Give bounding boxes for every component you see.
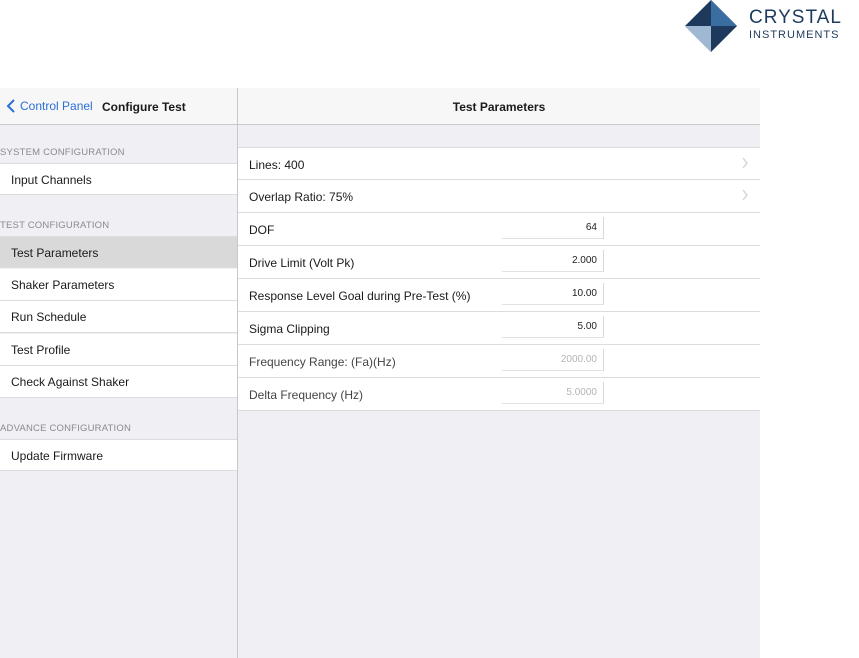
- response-level-goal-row: Response Level Goal during Pre-Test (%): [238, 279, 760, 312]
- section-header-system: SYSTEM CONFIGURATION: [0, 147, 125, 158]
- sidebar-item-run-schedule[interactable]: Run Schedule: [0, 301, 237, 333]
- sidebar-item-input-channels[interactable]: Input Channels: [0, 163, 237, 195]
- response-level-goal-label: Response Level Goal during Pre-Test (%): [249, 289, 471, 303]
- main-panel: Test Parameters Lines: 400 Overlap Ratio…: [238, 88, 760, 658]
- section-header-test: TEST CONFIGURATION: [0, 220, 110, 231]
- page-title: Test Parameters: [452, 100, 546, 114]
- sigma-clipping-label: Sigma Clipping: [249, 322, 330, 336]
- logo-text-crystal: CRYSTAL: [749, 7, 842, 28]
- sidebar-navbar: Control Panel Configure Test: [0, 88, 237, 125]
- sidebar-title: Configure Test: [102, 100, 186, 114]
- crystal-instruments-logo: CRYSTAL INSTRUMENTS: [683, 0, 859, 54]
- sidebar-item-update-firmware[interactable]: Update Firmware: [0, 439, 237, 471]
- frequency-range-label: Frequency Range: (Fa)(Hz): [249, 355, 396, 369]
- crystal-logo-mark: [685, 0, 737, 52]
- sidebar-item-check-against-shaker[interactable]: Check Against Shaker: [0, 366, 237, 398]
- sidebar-item-shaker-parameters[interactable]: Shaker Parameters: [0, 269, 237, 301]
- frequency-range-row: Frequency Range: (Fa)(Hz): [238, 345, 760, 378]
- chevron-right-icon[interactable]: [742, 157, 748, 169]
- chevron-left-icon: [6, 99, 15, 113]
- sidebar-item-label: Test Profile: [11, 343, 71, 357]
- sidebar-item-label: Update Firmware: [11, 449, 104, 463]
- lines-row[interactable]: Lines: 400: [238, 147, 760, 180]
- sigma-clipping-field[interactable]: [502, 316, 604, 338]
- sidebar-item-test-parameters[interactable]: Test Parameters: [0, 236, 237, 268]
- back-button-label: Control Panel: [20, 99, 93, 113]
- delta-frequency-row: Delta Frequency (Hz): [238, 378, 760, 411]
- response-level-goal-field[interactable]: [502, 283, 604, 305]
- sidebar-item-label: Shaker Parameters: [11, 278, 115, 292]
- drive-limit-row: Drive Limit (Volt Pk): [238, 246, 760, 279]
- delta-frequency-field: [502, 382, 604, 404]
- back-button[interactable]: Control Panel: [6, 99, 93, 113]
- dof-label: DOF: [249, 223, 275, 237]
- sidebar-item-label: Test Parameters: [11, 246, 99, 260]
- sidebar-item-label: Run Schedule: [11, 310, 87, 324]
- section-header-advance: ADVANCE CONFIGURATION: [0, 423, 132, 434]
- sidebar-item-test-profile[interactable]: Test Profile: [0, 334, 237, 366]
- logo-text-instruments: INSTRUMENTS: [749, 29, 840, 41]
- sidebar: Control Panel Configure Test SYSTEM CONF…: [0, 88, 238, 658]
- app-window: Control Panel Configure Test SYSTEM CONF…: [0, 88, 760, 658]
- sidebar-item-label: Input Channels: [11, 173, 92, 187]
- dof-field[interactable]: [502, 217, 604, 239]
- frequency-range-field: [502, 349, 604, 371]
- sigma-clipping-row: Sigma Clipping: [238, 312, 760, 345]
- delta-frequency-label: Delta Frequency (Hz): [249, 388, 364, 402]
- main-navbar: Test Parameters: [238, 88, 760, 125]
- chevron-right-icon[interactable]: [742, 189, 748, 201]
- overlap-ratio-label: Overlap Ratio: 75%: [249, 190, 354, 204]
- drive-limit-field[interactable]: [502, 250, 604, 272]
- overlap-ratio-row[interactable]: Overlap Ratio: 75%: [238, 180, 760, 213]
- sidebar-item-label: Check Against Shaker: [11, 375, 130, 389]
- drive-limit-label: Drive Limit (Volt Pk): [249, 256, 355, 270]
- lines-label: Lines: 400: [249, 158, 305, 172]
- dof-row: DOF: [238, 213, 760, 246]
